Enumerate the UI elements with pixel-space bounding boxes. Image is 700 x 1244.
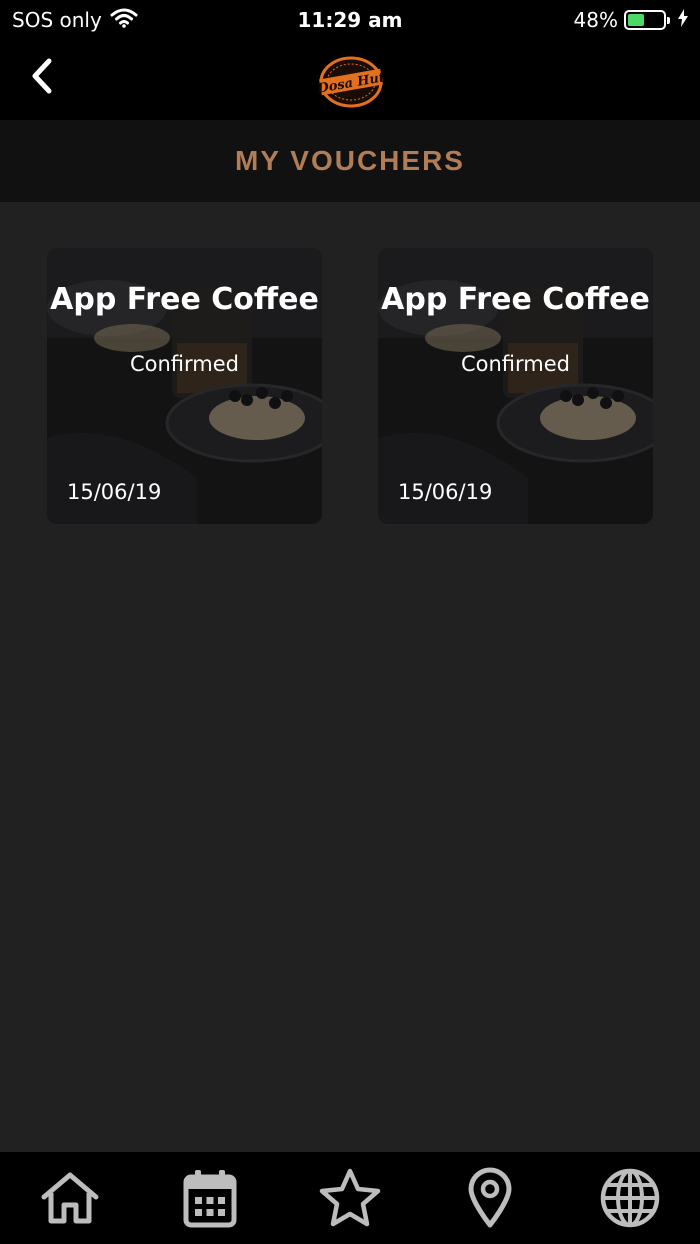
home-icon xyxy=(41,1172,99,1224)
voucher-card[interactable]: App Free Coffee Confirmed 15/06/19 xyxy=(378,248,653,524)
battery-icon xyxy=(624,10,670,30)
voucher-date: 15/06/19 xyxy=(67,480,162,504)
voucher-status: Confirmed xyxy=(129,352,240,376)
voucher-card[interactable]: App Free Coffee Confirmed 15/06/19 xyxy=(47,248,322,524)
dosa-hut-logo: Dosa Hut xyxy=(316,54,386,110)
carrier-label: SOS only xyxy=(12,8,102,32)
nav-bar: Dosa Hut xyxy=(0,40,700,120)
status-left: SOS only xyxy=(12,8,138,33)
voucher-title: App Free Coffee xyxy=(381,282,650,317)
globe-icon xyxy=(600,1168,660,1228)
tab-website[interactable] xyxy=(595,1166,665,1230)
battery-percent: 48% xyxy=(573,8,618,32)
voucher-title: App Free Coffee xyxy=(50,282,319,317)
tab-calendar[interactable] xyxy=(175,1166,245,1230)
location-pin-icon xyxy=(468,1167,512,1228)
tab-home[interactable] xyxy=(35,1166,105,1230)
status-right: 48% xyxy=(574,8,688,32)
calendar-icon xyxy=(183,1170,237,1228)
voucher-grid: App Free Coffee Confirmed 15/06/19 App F… xyxy=(47,248,653,524)
tab-bar xyxy=(0,1152,700,1244)
title-bar: MY VOUCHERS xyxy=(0,120,700,202)
voucher-date: 15/06/19 xyxy=(398,480,493,504)
wifi-icon xyxy=(110,8,138,33)
chevron-left-icon xyxy=(32,58,52,94)
status-bar: SOS only 11:29 am 48% xyxy=(0,0,700,40)
tab-favorites[interactable] xyxy=(315,1166,385,1230)
charging-bolt-icon xyxy=(678,8,688,32)
star-icon xyxy=(319,1168,381,1227)
voucher-status: Confirmed xyxy=(460,352,571,376)
back-button[interactable] xyxy=(22,52,62,100)
tab-location[interactable] xyxy=(455,1166,525,1230)
page-title: MY VOUCHERS xyxy=(235,145,465,176)
battery-fill xyxy=(628,14,645,26)
